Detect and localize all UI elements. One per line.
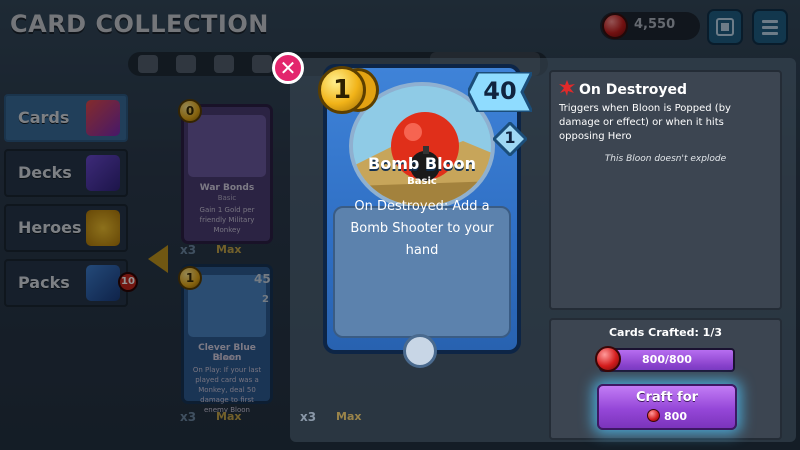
craft-cost-value: 800: [664, 410, 687, 423]
partial-card-count: x3: [300, 410, 317, 424]
card-cost-coin-icon: 1: [318, 66, 366, 114]
partial-card-max: Max: [336, 410, 362, 423]
close-button[interactable]: ✕: [272, 52, 304, 84]
card-name: Bomb Bloon: [368, 154, 476, 173]
card-armor-badge: 1: [493, 122, 527, 156]
red-gem-icon: [595, 346, 621, 372]
ability-description: Triggers when Bloon is Popped (by damage…: [559, 103, 731, 142]
card-health-value: 40: [483, 77, 517, 105]
close-icon: ✕: [279, 56, 297, 80]
craft-button-cost: 800: [599, 409, 735, 423]
card-health-badge: 40: [468, 72, 532, 112]
ability-info-panel: On Destroyed Triggers when Bloon is Popp…: [549, 70, 782, 310]
card-description: On Destroyed: Add a Bomb Shooter to your…: [350, 199, 494, 258]
explosion-icon: [559, 80, 575, 96]
card-armor-value: 1: [504, 128, 516, 147]
craft-button[interactable]: Craft for 800: [597, 384, 737, 430]
ability-note: This Bloon doesn't explode: [604, 154, 727, 164]
card-type: Basic: [407, 176, 437, 187]
ability-title: On Destroyed: [559, 80, 687, 98]
cards-crafted-label: Cards Crafted: 1/3: [608, 326, 723, 339]
rarity-gem-icon: [403, 334, 437, 368]
red-gem-icon: [647, 409, 661, 422]
craft-button-label: Craft for: [635, 390, 699, 405]
craft-panel: Cards Crafted: 1/3 800/800 Craft for 800: [549, 318, 782, 440]
ability-title-text: On Destroyed: [579, 82, 688, 98]
